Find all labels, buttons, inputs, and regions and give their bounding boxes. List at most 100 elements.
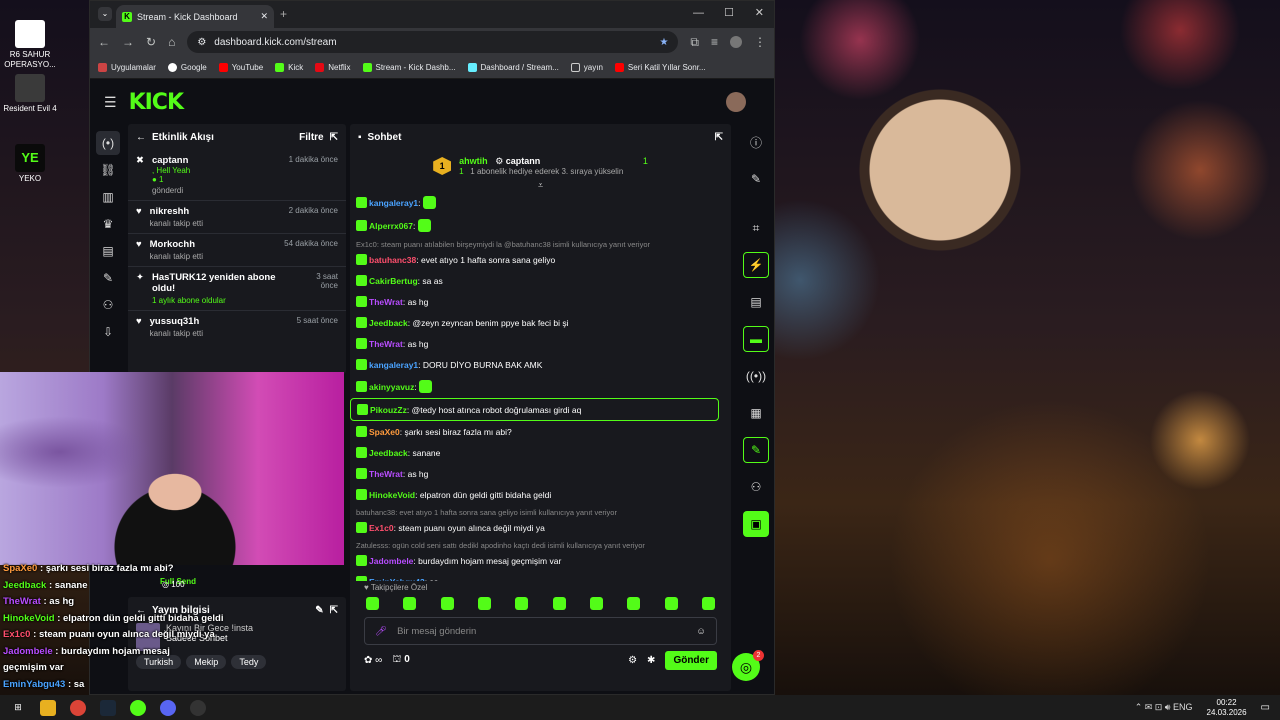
media-icon[interactable]: ≡ [711,35,718,49]
tag-pill[interactable]: Tedy [231,655,267,669]
popout-icon[interactable]: ⇱ [330,605,338,616]
desktop-icon-resident-evil[interactable]: Resident Evil 4 [0,74,60,114]
emote[interactable] [664,597,678,610]
chat-username[interactable]: Alperrx067 [369,221,413,231]
chat-message[interactable]: TheWrat: as hg [350,333,719,354]
clock[interactable]: 00:22 24.03.2026 [1207,698,1247,718]
settings-gear-icon[interactable]: ⚙ [628,655,637,666]
bookmark-folder-yayin[interactable]: yayın [570,62,603,72]
menu-icon[interactable]: ⋮ [754,35,766,49]
pinned-gift-banner[interactable]: 1 ahwtih ⚙ captann 1 1 1 abonelik hediye… [350,150,731,180]
layout-icon[interactable]: ▦ [743,400,769,426]
points-store-icon[interactable]: ⛫ 0 [392,654,410,667]
close-window-icon[interactable]: ✕ [755,6,764,19]
steam-icon[interactable] [100,699,116,716]
chat-message[interactable]: TheWrat: as hg [350,291,719,312]
stream-nav-icon[interactable]: (•) [96,131,120,155]
desktop-icon-r6[interactable]: R6 SAHUR OPERASYO... [0,20,60,70]
tools-icon[interactable]: ✎ [743,437,769,463]
tools-nav-icon[interactable]: ✎ [96,266,120,290]
reload-icon[interactable]: ↻ [146,35,156,49]
chat-username[interactable]: Jadombele [369,556,413,566]
chat-message[interactable]: Ex1c0: steam puanı oyun alınca değil miy… [350,517,719,538]
emote[interactable] [701,597,715,610]
link-nav-icon[interactable]: ⛓ [96,158,120,182]
chat-username[interactable]: PikouzZz [370,405,407,415]
chat-message[interactable]: akinyyavuz: [350,375,719,398]
tag-pill[interactable]: Mekip [186,655,227,669]
desktop-icon-yeko[interactable]: YE YEKO [0,144,60,184]
close-tab-icon[interactable]: ✕ [260,11,268,22]
emote[interactable] [477,597,491,610]
chrome-icon[interactable] [70,699,86,716]
discord-icon[interactable] [160,699,176,716]
chat-message[interactable]: batuhanc38: evet atıyo 1 hafta sonra san… [350,249,719,270]
file-explorer-icon[interactable] [40,699,56,716]
chat-username[interactable]: EminYabgu43 [369,577,425,581]
download-nav-icon[interactable]: ⇩ [96,320,120,344]
community-nav-icon[interactable]: ⚇ [96,293,120,317]
broadcast-icon[interactable]: ((•)) [743,363,769,389]
quick-action-icon[interactable]: ⚡ [743,252,769,278]
analytics-nav-icon[interactable]: ▥ [96,185,120,209]
chat-message[interactable]: EminYabgu43: sa [350,571,719,581]
emote[interactable] [403,597,417,610]
chat-message[interactable]: CakirBertug: sa as [350,270,719,291]
site-info-icon[interactable]: ⚙ [197,37,206,48]
collapse-arrow-icon[interactable]: ← [136,132,146,143]
media-nav-icon[interactable]: ▤ [96,239,120,263]
chat-message[interactable]: PikouzZz: @tedy host atınca robot doğrul… [350,398,719,421]
chat-toggle-icon[interactable]: ▬ [743,326,769,352]
chat-username[interactable]: akinyyavuz [369,382,414,392]
popout-icon[interactable]: ⇱ [715,132,723,143]
kick-logo[interactable]: KICK [129,90,184,115]
bookmark-seri-katil[interactable]: Seri Katil Yıllar Sonr... [614,62,706,72]
kick-app-icon[interactable] [130,699,146,716]
emote[interactable] [366,597,379,610]
forward-icon[interactable]: → [122,35,134,49]
user-avatar[interactable] [726,92,746,112]
channel-points-icon[interactable]: ✿ ∞ [364,655,382,666]
back-icon[interactable]: ← [98,35,110,49]
capture-icon[interactable]: ⌗ [743,215,769,241]
emote[interactable] [552,597,566,610]
bookmark-star-icon[interactable]: ★ [659,37,668,48]
chat-message[interactable]: Jeedback: @zeyn zeyncan benim ppye bak f… [350,312,719,333]
bookmark-apps[interactable]: Uygulamalar [98,62,156,72]
chat-message[interactable]: Jadombele: burdaydım hojam mesaj geçmişi… [350,550,719,571]
chat-username[interactable]: kangaleray1 [369,360,418,370]
microphone-icon[interactable]: 🎤︎ [375,626,387,637]
extensions-icon[interactable]: ⧉ [690,35,699,50]
tray-icons[interactable]: ⌃ ✉ ⊡ 🔊︎ ENG [1135,702,1193,713]
tab-kick-dashboard[interactable]: K Stream - Kick Dashboard ✕ [116,5,274,28]
maximize-icon[interactable]: ☐ [724,6,734,19]
address-bar[interactable]: ⚙ dashboard.kick.com/stream ★ [187,31,679,53]
notification-center-icon[interactable]: ▭ [1261,702,1270,713]
windows-start-icon[interactable]: ⊞ [10,700,26,716]
bookmark-dashboard[interactable]: Dashboard / Stream... [467,62,559,72]
chat-input[interactable]: 🎤︎ Bir mesaj gönderin ☺ [364,617,717,645]
chat-message[interactable]: kangaleray1: DORU DİYO BURNA BAK AMK [350,354,719,375]
home-icon[interactable]: ⌂ [168,35,175,49]
support-chat-button[interactable]: ◎ 2 [732,650,764,681]
chat-message[interactable]: SpaXe0: şarkı sesi biraz fazla mı abi? [350,421,719,442]
emote[interactable] [440,597,454,610]
clip-icon[interactable]: ▣ [743,511,769,537]
chat-message[interactable]: Jeedback: sanane [350,442,719,463]
chat-username[interactable]: HinokeVoid [369,490,415,500]
chat-username[interactable]: batuhanc38 [369,255,416,265]
chat-message[interactable]: HinokeVoid: elpatron dün geldi gitti bid… [350,484,719,505]
chat-username[interactable]: kangaleray1 [369,198,418,208]
minimize-icon[interactable]: — [693,7,704,19]
bookmark-netflix[interactable]: Netflix [315,62,351,72]
new-tab-icon[interactable]: + [280,7,287,21]
emote[interactable] [515,597,529,610]
trophy-nav-icon[interactable]: ♛ [96,212,120,236]
chat-username[interactable]: TheWrat [369,469,403,479]
chat-username[interactable]: TheWrat [369,339,403,349]
send-button[interactable]: Gönder [665,651,717,670]
expand-pinned-icon[interactable]: ⩡ [350,180,731,191]
bookmark-stream[interactable]: Stream - Kick Dashb... [362,62,456,72]
edit-icon[interactable]: ✎ [743,166,769,192]
obs-icon[interactable] [190,699,206,716]
